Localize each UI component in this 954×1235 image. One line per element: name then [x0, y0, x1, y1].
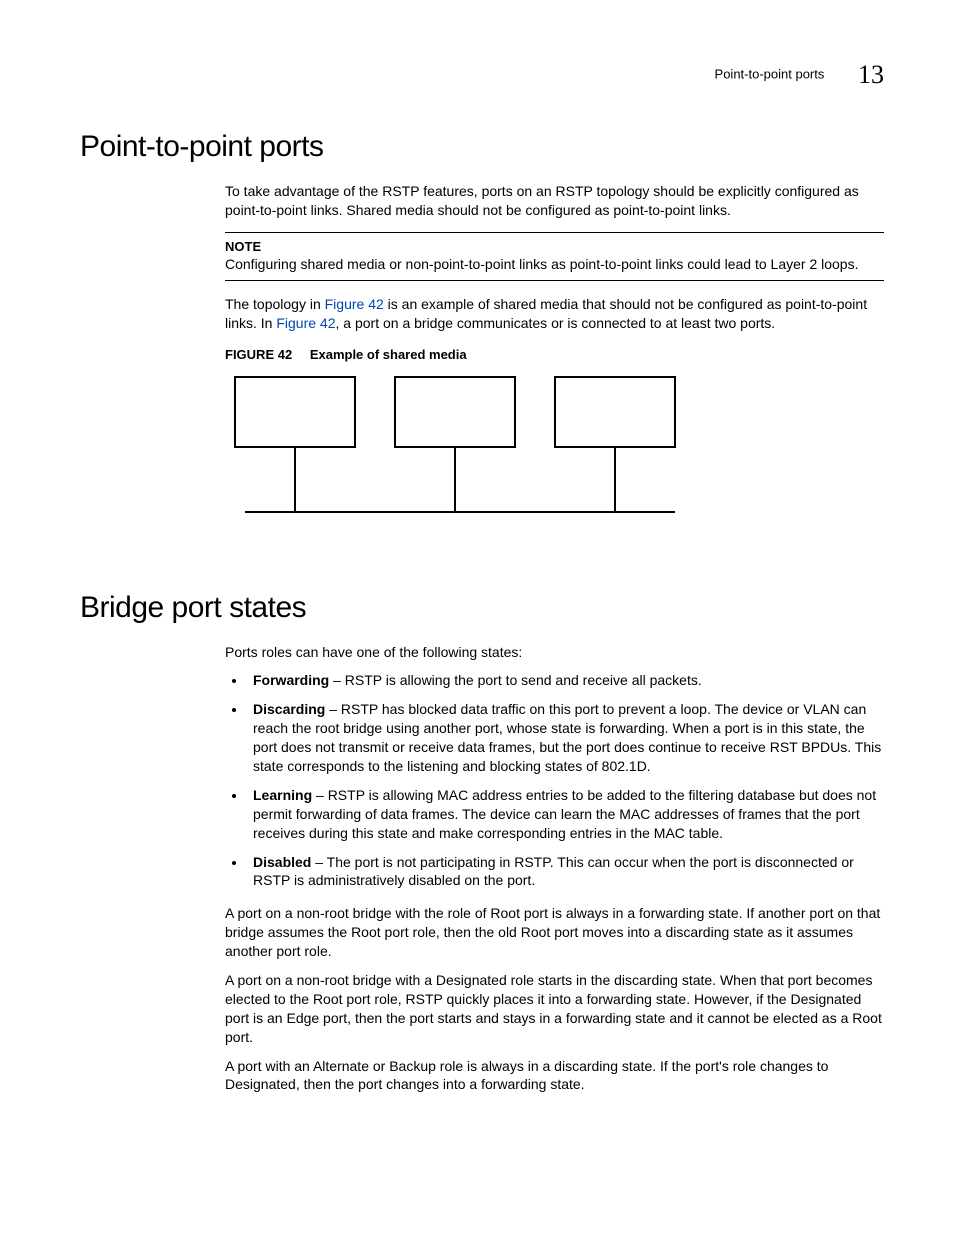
list-item: Learning – RSTP is allowing MAC address …: [247, 786, 884, 843]
state-desc: – The port is not participating in RSTP.…: [253, 854, 854, 889]
state-name-forwarding: Forwarding: [253, 672, 329, 688]
state-desc: – RSTP is allowing the port to send and …: [329, 672, 702, 688]
figure-42-link-2[interactable]: Figure 42: [276, 315, 335, 331]
heading-point-to-point-ports: Point-to-point ports: [80, 130, 884, 164]
list-item: Forwarding – RSTP is allowing the port t…: [247, 671, 884, 690]
section2-para3: A port with an Alternate or Backup role …: [225, 1057, 884, 1095]
note-label: NOTE: [225, 239, 884, 254]
note-block: NOTE Configuring shared media or non-poi…: [225, 232, 884, 281]
section1-body: To take advantage of the RSTP features, …: [225, 182, 884, 535]
figure-42-diagram: [225, 372, 884, 535]
section2-body: Ports roles can have one of the followin…: [225, 643, 884, 1095]
section2-intro: Ports roles can have one of the followin…: [225, 643, 884, 662]
chapter-number: 13: [858, 60, 884, 89]
state-name-disabled: Disabled: [253, 854, 311, 870]
list-item: Discarding – RSTP has blocked data traff…: [247, 700, 884, 776]
note-body: Configuring shared media or non-point-to…: [225, 256, 884, 272]
shared-media-diagram-svg: [225, 372, 685, 532]
running-header: Point-to-point ports 13: [80, 60, 884, 90]
list-item: Disabled – The port is not participating…: [247, 853, 884, 891]
figure-caption: FIGURE 42 Example of shared media: [225, 347, 884, 362]
state-name-discarding: Discarding: [253, 701, 325, 717]
figure-42-link[interactable]: Figure 42: [325, 296, 384, 312]
running-title: Point-to-point ports: [715, 66, 825, 81]
topology-paragraph: The topology in Figure 42 is an example …: [225, 295, 884, 333]
figure-label: FIGURE 42: [225, 347, 292, 362]
section2-para1: A port on a non-root bridge with the rol…: [225, 904, 884, 961]
section1-intro: To take advantage of the RSTP features, …: [225, 182, 884, 220]
port-states-list: Forwarding – RSTP is allowing the port t…: [225, 671, 884, 890]
state-name-learning: Learning: [253, 787, 312, 803]
state-desc: – RSTP has blocked data traffic on this …: [253, 701, 881, 774]
figure-title: Example of shared media: [310, 347, 467, 362]
page: Point-to-point ports 13 Point-to-point p…: [0, 0, 954, 1164]
section2-para2: A port on a non-root bridge with a Desig…: [225, 971, 884, 1047]
state-desc: – RSTP is allowing MAC address entries t…: [253, 787, 876, 841]
heading-bridge-port-states: Bridge port states: [80, 591, 884, 625]
